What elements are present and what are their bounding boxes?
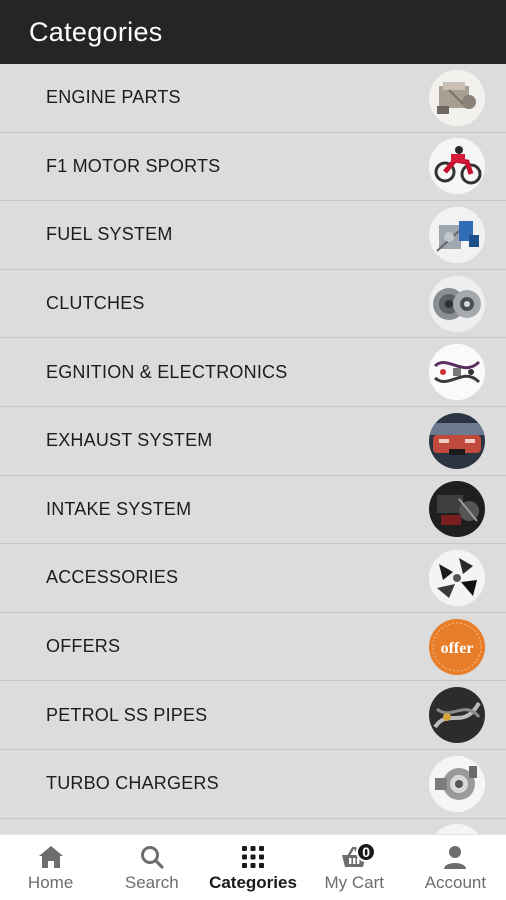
offer-badge-text: offer: [441, 640, 474, 657]
exhaust-car-rear-thumbnail: [429, 412, 485, 469]
category-item-accessories[interactable]: ACCESSORIES: [0, 544, 506, 613]
category-item-engine-parts[interactable]: ENGINE PARTS: [0, 64, 506, 133]
category-label: INTAKE SYSTEM: [46, 498, 192, 519]
category-item-partial: [0, 818, 506, 834]
category-label: FUEL SYSTEM: [46, 224, 173, 245]
cart-count-badge: 0: [356, 842, 377, 862]
category-item-f1-motor-sports[interactable]: F1 MOTOR SPORTS: [0, 132, 506, 202]
engine-parts-thumbnail: [429, 69, 485, 126]
category-label: OFFERS: [46, 636, 121, 657]
category-item-fuel-system[interactable]: FUEL SYSTEM: [0, 201, 506, 270]
turbo-charger-thumbnail: [429, 755, 485, 812]
nav-home[interactable]: Home: [0, 835, 101, 900]
nav-categories-label: Categories: [209, 873, 297, 892]
category-item-offers[interactable]: OFFERS offer: [0, 612, 506, 682]
motorbike-thumbnail: [429, 138, 485, 195]
grid-icon: [240, 844, 266, 870]
category-item-exhaust-system[interactable]: EXHAUST SYSTEM: [0, 406, 506, 476]
intake-engine-bay-thumbnail: [429, 481, 485, 538]
nav-my-cart[interactable]: 0 My Cart: [304, 835, 405, 900]
clutch-plate-thumbnail: [429, 275, 485, 332]
category-label: EXHAUST SYSTEM: [46, 430, 213, 451]
ss-pipes-thumbnail: [429, 687, 485, 744]
category-label: ACCESSORIES: [46, 567, 179, 588]
category-label: EGNITION & ELECTRONICS: [46, 361, 288, 382]
nav-search[interactable]: Search: [101, 835, 202, 900]
category-item-egnition-electronics[interactable]: EGNITION & ELECTRONICS: [0, 338, 506, 407]
nav-account[interactable]: Account: [405, 835, 506, 900]
category-item-petrol-ss-pipes[interactable]: PETROL SS PIPES: [0, 681, 506, 750]
nav-categories[interactable]: Categories: [202, 835, 303, 900]
nav-search-label: Search: [124, 873, 179, 892]
nav-account-label: Account: [424, 873, 487, 892]
search-icon: [139, 844, 165, 870]
app-bar: Categories: [0, 0, 506, 64]
offer-badge-thumbnail: offer: [429, 618, 485, 675]
home-icon: [37, 844, 65, 870]
category-label: F1 MOTOR SPORTS: [46, 155, 221, 176]
category-label: PETROL SS PIPES: [46, 704, 208, 725]
nav-home-label: Home: [27, 873, 74, 892]
page-title: Categories: [29, 16, 163, 47]
category-label: CLUTCHES: [46, 293, 145, 314]
category-item-turbo-chargers[interactable]: TURBO CHARGERS: [0, 749, 506, 819]
category-item-clutches[interactable]: CLUTCHES: [0, 269, 506, 339]
accessories-thumbnail: [429, 549, 485, 606]
basket-icon: 0: [340, 842, 377, 870]
nav-my-cart-label: My Cart: [324, 873, 384, 892]
person-icon: [442, 844, 468, 870]
category-label: TURBO CHARGERS: [46, 773, 219, 794]
category-label: ENGINE PARTS: [46, 87, 181, 108]
wiring-harness-thumbnail: [429, 344, 485, 401]
partial-thumbnail: [429, 824, 485, 834]
category-list[interactable]: ENGINE PARTS F1 MOTOR SPORTS FUEL SYSTEM…: [0, 64, 506, 834]
bottom-navigation: Home Search Categories 0 My Cart Account: [0, 834, 506, 900]
category-item-intake-system[interactable]: INTAKE SYSTEM: [0, 475, 506, 545]
fuel-pump-thumbnail: [429, 206, 485, 263]
